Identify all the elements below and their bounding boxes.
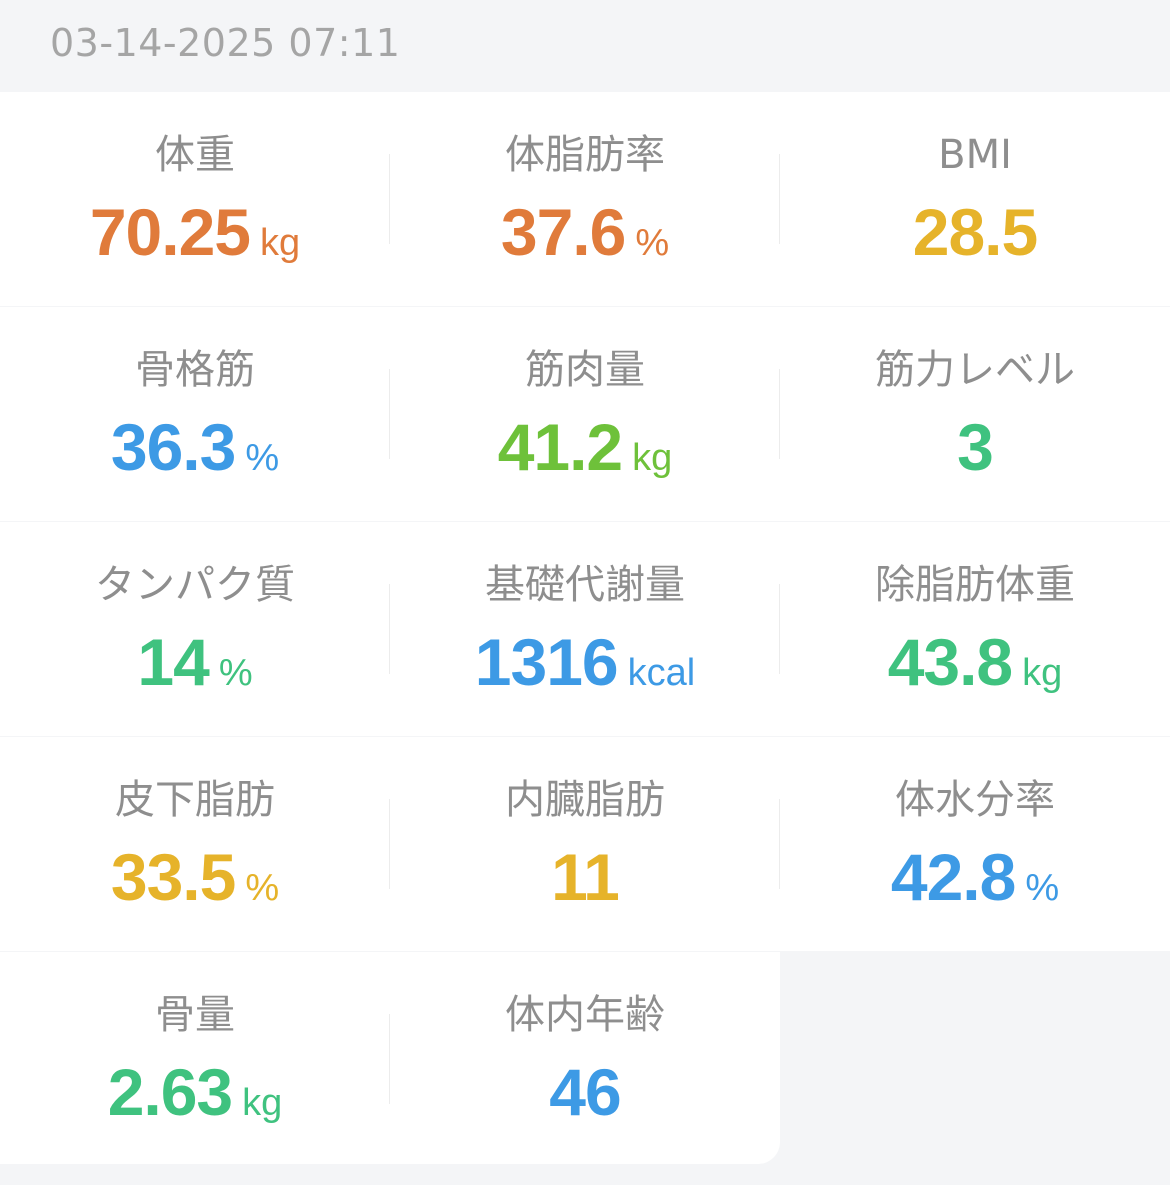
metrics-row: 骨量 2.63 kg 体内年齢 46 — [0, 952, 780, 1164]
metric-value: 2.63 — [107, 1055, 233, 1129]
metric-label: 体水分率 — [895, 777, 1055, 823]
metric-value: 3 — [957, 410, 994, 484]
metric-protein[interactable]: タンパク質 14 % — [0, 522, 390, 736]
metric-value-group: 1316 kcal — [390, 622, 780, 702]
metric-visceral-fat[interactable]: 内臓脂肪 11 — [390, 737, 780, 951]
metric-value: 14 — [137, 625, 209, 699]
metric-value: 42.8 — [890, 840, 1016, 914]
metric-value-group: 3 — [780, 407, 1170, 487]
metric-label: 筋肉量 — [525, 347, 645, 393]
metric-unit: % — [635, 222, 670, 264]
metric-muscle-level[interactable]: 筋力レベル 3 — [780, 307, 1170, 521]
metric-subcutaneous-fat[interactable]: 皮下脂肪 33.5 % — [0, 737, 390, 951]
metric-unit: % — [245, 867, 280, 909]
metric-value: 70.25 — [89, 195, 251, 269]
metric-label: 内臓脂肪 — [505, 777, 665, 823]
metric-value-group: 11 — [390, 837, 780, 917]
metric-value: 46 — [549, 1055, 621, 1129]
metric-value-group: 70.25 kg — [0, 192, 390, 272]
metric-label: タンパク質 — [95, 562, 295, 608]
metric-label: 体内年齢 — [505, 992, 665, 1038]
metrics-row: 皮下脂肪 33.5 % 内臓脂肪 11 体水分率 42.8 % — [0, 737, 1170, 951]
metric-value: 11 — [551, 840, 620, 914]
metric-value-group: 42.8 % — [780, 837, 1170, 917]
metric-value-group: 43.8 kg — [780, 622, 1170, 702]
metric-skeletal-muscle[interactable]: 骨格筋 36.3 % — [0, 307, 390, 521]
metric-value: 43.8 — [887, 625, 1013, 699]
metric-label: BMI — [938, 132, 1012, 178]
metric-unit: kg — [1022, 652, 1063, 694]
metric-unit: kcal — [627, 652, 696, 694]
metric-value: 41.2 — [497, 410, 623, 484]
metrics-row: 体重 70.25 kg 体脂肪率 37.6 % BMI 28.5 — [0, 92, 1170, 306]
metric-value-group: 33.5 % — [0, 837, 390, 917]
metric-bmi[interactable]: BMI 28.5 — [780, 92, 1170, 306]
metric-label: 筋力レベル — [875, 347, 1075, 393]
metric-value: 33.5 — [110, 840, 236, 914]
metric-value: 37.6 — [500, 195, 626, 269]
metrics-row: タンパク質 14 % 基礎代謝量 1316 kcal 除脂肪体重 43.8 kg — [0, 522, 1170, 736]
metric-body-water-rate[interactable]: 体水分率 42.8 % — [780, 737, 1170, 951]
metric-unit: kg — [260, 222, 301, 264]
metric-value-group: 36.3 % — [0, 407, 390, 487]
metric-label: 骨量 — [155, 992, 235, 1038]
metric-muscle-mass[interactable]: 筋肉量 41.2 kg — [390, 307, 780, 521]
metric-unit: kg — [242, 1082, 283, 1124]
metric-unit: kg — [632, 437, 673, 479]
metric-value-group: 46 — [390, 1052, 780, 1132]
metric-label: 体脂肪率 — [505, 132, 665, 178]
metric-value: 28.5 — [912, 195, 1038, 269]
metric-label: 骨格筋 — [135, 347, 255, 393]
metric-value-group: 14 % — [0, 622, 390, 702]
metric-label: 体重 — [155, 132, 235, 178]
metric-label: 除脂肪体重 — [875, 562, 1075, 608]
metric-unit: % — [218, 652, 253, 694]
metric-bone-mass[interactable]: 骨量 2.63 kg — [0, 952, 390, 1164]
metric-value-group: 2.63 kg — [0, 1052, 390, 1132]
metric-value: 36.3 — [110, 410, 236, 484]
metric-value-group: 41.2 kg — [390, 407, 780, 487]
metric-body-fat-rate[interactable]: 体脂肪率 37.6 % — [390, 92, 780, 306]
metric-unit: % — [1025, 867, 1060, 909]
metric-unit: % — [245, 437, 280, 479]
metrics-grid: 体重 70.25 kg 体脂肪率 37.6 % BMI 28.5 骨格筋 36.… — [0, 92, 1170, 1164]
metric-label: 基礎代謝量 — [485, 562, 685, 608]
metric-lean-body-mass[interactable]: 除脂肪体重 43.8 kg — [780, 522, 1170, 736]
measurement-timestamp: 03-14-2025 07:11 — [50, 21, 401, 65]
metrics-row: 骨格筋 36.3 % 筋肉量 41.2 kg 筋力レベル 3 — [0, 307, 1170, 521]
metric-basal-metabolism[interactable]: 基礎代謝量 1316 kcal — [390, 522, 780, 736]
metric-weight[interactable]: 体重 70.25 kg — [0, 92, 390, 306]
metric-label: 皮下脂肪 — [115, 777, 275, 823]
metric-value-group: 28.5 — [780, 192, 1170, 272]
metric-value: 1316 — [474, 625, 619, 699]
metric-body-age[interactable]: 体内年齢 46 — [390, 952, 780, 1164]
metric-value-group: 37.6 % — [390, 192, 780, 272]
